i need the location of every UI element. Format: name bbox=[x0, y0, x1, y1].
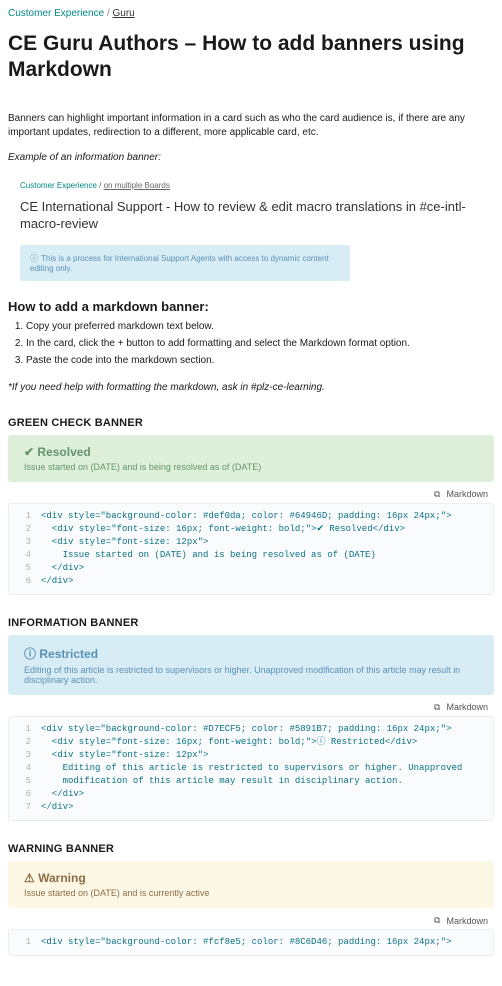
example-breadcrumb: Customer Experience / on multiple Boards bbox=[20, 181, 494, 190]
code-lang-label: Markdown bbox=[446, 489, 488, 499]
example-crumb-boards: on multiple Boards bbox=[104, 181, 170, 190]
page-title: CE Guru Authors – How to add banners usi… bbox=[8, 31, 494, 84]
check-icon: ✔ bbox=[24, 445, 34, 459]
list-item: Paste the code into the markdown section… bbox=[26, 354, 494, 368]
example-banner-screenshot: Customer Experience / on multiple Boards… bbox=[20, 181, 494, 281]
howto-heading: How to add a markdown banner: bbox=[8, 299, 494, 314]
help-note: *If you need help with formatting the ma… bbox=[8, 382, 494, 393]
code-header-green: ⧉ Markdown bbox=[8, 486, 494, 503]
yellow-banner-subtitle: Issue started on (DATE) and is currently… bbox=[24, 888, 478, 898]
example-label: Example of an information banner: bbox=[8, 152, 494, 163]
example-crumb-link[interactable]: Customer Experience bbox=[20, 181, 97, 190]
code-header-blue: ⧉ Markdown bbox=[8, 699, 494, 716]
yellow-code-block[interactable]: 1<div style="background-color: #fcf8e5; … bbox=[8, 929, 494, 956]
example-heading: CE International Support - How to review… bbox=[20, 198, 494, 233]
yellow-banner-title-text: Warning bbox=[38, 871, 86, 885]
green-banner-subtitle: Issue started on (DATE) and is being res… bbox=[24, 462, 478, 472]
example-info-banner: ⓘThis is a process for International Sup… bbox=[20, 245, 350, 281]
copy-icon[interactable]: ⧉ bbox=[434, 702, 440, 713]
copy-icon[interactable]: ⧉ bbox=[434, 489, 440, 500]
example-crumb-sep: / bbox=[97, 181, 104, 190]
blue-banner-subtitle: Editing of this article is restricted to… bbox=[24, 665, 478, 685]
info-icon: ⓘ bbox=[24, 647, 36, 661]
list-item: Copy your preferred markdown text below. bbox=[26, 320, 494, 334]
code-lang-label: Markdown bbox=[446, 916, 488, 926]
blue-banner: ⓘ Restricted Editing of this article is … bbox=[8, 635, 494, 695]
steps-list: Copy your preferred markdown text below.… bbox=[26, 320, 494, 368]
example-info-text: This is a process for International Supp… bbox=[30, 254, 329, 273]
yellow-banner-title: ⚠ Warning bbox=[24, 871, 478, 885]
list-item: In the card, click the + button to add f… bbox=[26, 337, 494, 351]
blue-banner-title: ⓘ Restricted bbox=[24, 645, 478, 662]
breadcrumb-link-guru[interactable]: Guru bbox=[113, 8, 135, 19]
yellow-heading: WARNING BANNER bbox=[8, 843, 494, 855]
blue-heading: INFORMATION BANNER bbox=[8, 617, 494, 629]
green-banner-title-text: Resolved bbox=[37, 445, 90, 459]
green-banner: ✔ Resolved Issue started on (DATE) and i… bbox=[8, 435, 494, 482]
blue-code-block[interactable]: 1<div style="background-color: #D7ECF5; … bbox=[8, 716, 494, 821]
warning-icon: ⚠ bbox=[24, 871, 35, 885]
breadcrumb-separator: / bbox=[107, 8, 110, 19]
code-lang-label: Markdown bbox=[446, 702, 488, 712]
green-heading: GREEN CHECK BANNER bbox=[8, 417, 494, 429]
breadcrumb-link-customer-experience[interactable]: Customer Experience bbox=[8, 8, 104, 19]
info-icon: ⓘ bbox=[30, 254, 38, 263]
breadcrumb: Customer Experience / Guru bbox=[8, 8, 494, 19]
green-code-block[interactable]: 1<div style="background-color: #def0da; … bbox=[8, 503, 494, 595]
blue-banner-title-text: Restricted bbox=[39, 647, 98, 661]
copy-icon[interactable]: ⧉ bbox=[434, 915, 440, 926]
green-banner-title: ✔ Resolved bbox=[24, 445, 478, 459]
code-header-yellow: ⧉ Markdown bbox=[8, 912, 494, 929]
yellow-banner: ⚠ Warning Issue started on (DATE) and is… bbox=[8, 861, 494, 908]
intro-text: Banners can highlight important informat… bbox=[8, 112, 494, 140]
